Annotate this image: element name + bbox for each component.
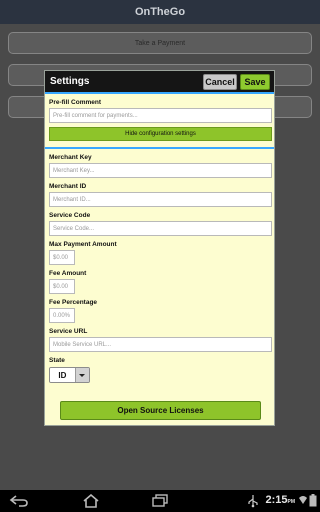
dialog-header: Settings Cancel Save <box>45 71 274 94</box>
battery-icon <box>309 494 317 507</box>
wifi-icon <box>298 494 308 506</box>
save-button[interactable]: Save <box>240 73 270 90</box>
service-url-label: Service URL <box>49 328 88 335</box>
service-code-input[interactable]: Service Code... <box>49 221 272 236</box>
state-label: State <box>49 357 65 364</box>
status-clock: 2:15PM <box>265 494 295 506</box>
open-source-licenses-button[interactable]: Open Source Licenses <box>60 401 261 420</box>
fee-percentage-input[interactable]: 0.00% <box>49 308 75 323</box>
app-title: OnTheGo <box>134 6 186 18</box>
prefill-comment-input[interactable]: Pre-fill comment for payments... <box>49 108 272 123</box>
recent-apps-icon[interactable] <box>150 494 170 508</box>
merchant-id-input[interactable]: Merchant ID... <box>49 192 272 207</box>
state-select[interactable]: ID <box>49 367 90 383</box>
take-payment-label: Take a Payment <box>134 39 186 47</box>
system-nav-bar: 2:15PM <box>0 490 320 512</box>
clock-time: 2:15 <box>265 494 288 506</box>
prefill-comment-label: Pre-fill Comment <box>49 99 102 106</box>
fee-amount-label: Fee Amount <box>49 270 87 277</box>
merchant-key-input[interactable]: Merchant Key... <box>49 163 272 178</box>
chevron-down-icon[interactable] <box>74 368 89 382</box>
section-divider <box>45 147 274 149</box>
dialog-title: Settings <box>50 76 90 87</box>
merchant-key-label: Merchant Key <box>49 154 92 161</box>
take-payment-button[interactable]: Take a Payment <box>8 32 312 54</box>
fee-percentage-label: Fee Percentage <box>49 299 98 306</box>
cancel-button[interactable]: Cancel <box>203 73 237 90</box>
usb-icon <box>246 494 260 508</box>
fee-amount-input[interactable]: $0.00 <box>49 279 75 294</box>
hide-config-button[interactable]: Hide configuration settings <box>49 127 272 141</box>
max-payment-input[interactable]: $0.00 <box>49 250 75 265</box>
merchant-id-label: Merchant ID <box>49 183 87 190</box>
home-icon[interactable] <box>81 494 101 508</box>
back-icon[interactable] <box>8 494 30 508</box>
app-title-bar: OnTheGo <box>0 0 320 24</box>
state-value: ID <box>50 368 75 382</box>
service-url-input[interactable]: Mobile Service URL... <box>49 337 272 352</box>
max-payment-label: Max Payment Amount <box>49 241 117 248</box>
service-code-label: Service Code <box>49 212 91 219</box>
settings-dialog: Settings Cancel Save Pre-fill Comment Pr… <box>44 70 275 426</box>
clock-ampm: PM <box>287 499 296 505</box>
